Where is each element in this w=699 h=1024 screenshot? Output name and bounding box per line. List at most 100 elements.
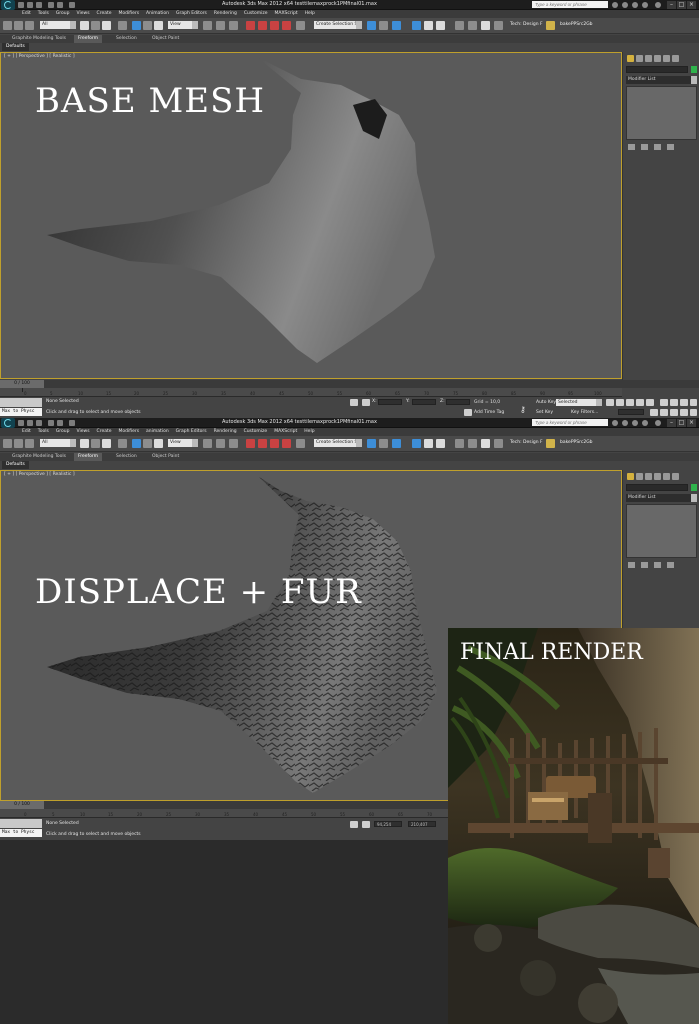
auto-key-button[interactable]: Auto Key bbox=[536, 400, 556, 405]
play-icon[interactable] bbox=[626, 399, 634, 406]
bake-label[interactable]: bakePPSrc2Gb bbox=[560, 22, 593, 27]
align-icon[interactable] bbox=[379, 21, 388, 30]
layer-manager-icon[interactable] bbox=[392, 21, 401, 30]
render-setup-icon[interactable] bbox=[468, 439, 477, 448]
object-color-swatch[interactable] bbox=[691, 484, 697, 491]
display-tab-icon[interactable] bbox=[663, 55, 670, 62]
modify-tab-icon[interactable] bbox=[636, 473, 643, 480]
modify-tab-icon[interactable] bbox=[636, 55, 643, 62]
motion-tab-icon[interactable] bbox=[654, 55, 661, 62]
track-bar[interactable]: 0 5 10 15 20 25 30 35 40 45 50 55 60 65 … bbox=[0, 809, 448, 818]
defaults-label[interactable]: Defaults bbox=[2, 461, 29, 469]
rectangular-selection-icon[interactable] bbox=[102, 439, 111, 448]
time-slider[interactable]: 0 / 100 bbox=[0, 801, 44, 809]
modifier-stack[interactable] bbox=[626, 86, 697, 140]
subscription-icon[interactable] bbox=[622, 420, 628, 426]
lock-selection-icon[interactable] bbox=[350, 821, 358, 828]
key-icon[interactable]: ⚷ bbox=[520, 405, 526, 414]
redo-icon[interactable] bbox=[57, 2, 63, 8]
bake-label[interactable]: bakePPSrc2Gb bbox=[560, 440, 593, 445]
keyboard-shortcut-icon[interactable] bbox=[229, 21, 238, 30]
menu-modifiers[interactable]: Modifiers bbox=[119, 428, 140, 436]
absolute-mode-icon[interactable] bbox=[362, 399, 370, 406]
show-end-result-icon[interactable] bbox=[641, 144, 648, 150]
edit-named-selection-icon[interactable] bbox=[296, 439, 305, 448]
menu-rendering[interactable]: Rendering bbox=[214, 10, 237, 18]
show-end-result-icon[interactable] bbox=[641, 562, 648, 568]
spinner-snap-icon[interactable] bbox=[282, 439, 291, 448]
select-and-move-icon[interactable] bbox=[132, 439, 141, 448]
utilities-tab-icon[interactable] bbox=[672, 55, 679, 62]
minimize-icon[interactable]: – bbox=[667, 1, 676, 9]
modifier-list-dropdown[interactable]: Modifier List bbox=[626, 76, 697, 84]
bind-space-warp-icon[interactable] bbox=[25, 21, 34, 30]
link-icon[interactable] bbox=[3, 21, 12, 30]
open-file-icon[interactable] bbox=[27, 420, 33, 426]
select-by-name-icon[interactable] bbox=[91, 21, 100, 30]
save-file-icon[interactable] bbox=[36, 420, 42, 426]
pin-stack-icon[interactable] bbox=[628, 144, 635, 150]
menu-views[interactable]: Views bbox=[77, 428, 90, 436]
select-and-move-icon[interactable] bbox=[132, 21, 141, 30]
maximize-viewport-icon[interactable] bbox=[690, 409, 697, 416]
new-file-icon[interactable] bbox=[18, 2, 24, 8]
app-logo-icon[interactable] bbox=[1, 0, 15, 10]
coord-z-field[interactable] bbox=[446, 399, 470, 405]
current-frame-field[interactable] bbox=[618, 409, 644, 415]
tab-graphite-modeling-tools[interactable]: Graphite Modeling Tools bbox=[8, 35, 70, 43]
rectangular-selection-icon[interactable] bbox=[102, 21, 111, 30]
maxscript-mini-listener-top[interactable] bbox=[0, 398, 42, 407]
edit-named-selection-icon[interactable] bbox=[296, 21, 305, 30]
redo-icon[interactable] bbox=[57, 420, 63, 426]
undo-icon[interactable] bbox=[48, 2, 54, 8]
select-manipulate-icon[interactable] bbox=[216, 439, 225, 448]
lock-selection-icon[interactable] bbox=[350, 399, 358, 406]
help-icon[interactable] bbox=[655, 2, 661, 8]
menu-help[interactable]: Help bbox=[304, 428, 314, 436]
key-mode-dropdown[interactable]: Selected bbox=[556, 399, 602, 406]
tab-selection[interactable]: Selection bbox=[112, 453, 141, 461]
select-and-scale-icon[interactable] bbox=[154, 439, 163, 448]
percent-snap-icon[interactable] bbox=[270, 439, 279, 448]
schematic-view-icon[interactable] bbox=[436, 439, 445, 448]
coord-x-field[interactable] bbox=[378, 399, 402, 405]
menu-rendering[interactable]: Rendering bbox=[214, 428, 237, 436]
motion-tab-icon[interactable] bbox=[654, 473, 661, 480]
menu-modifiers[interactable]: Modifiers bbox=[119, 10, 140, 18]
layer-manager-icon[interactable] bbox=[392, 439, 401, 448]
tab-graphite-modeling-tools[interactable]: Graphite Modeling Tools bbox=[8, 453, 70, 461]
angle-snap-icon[interactable] bbox=[258, 439, 267, 448]
snaps-toggle-icon[interactable] bbox=[246, 439, 255, 448]
zoom-icon[interactable] bbox=[660, 399, 668, 406]
coord-y-field[interactable] bbox=[412, 399, 436, 405]
previous-frame-icon[interactable] bbox=[616, 399, 624, 406]
time-slider[interactable]: 0 / 100 bbox=[0, 380, 44, 388]
menu-tools[interactable]: Tools bbox=[38, 428, 49, 436]
coord-x-field[interactable]: 94,254 bbox=[374, 821, 402, 827]
tech-design-label[interactable]: Tech: Design F bbox=[510, 440, 543, 445]
render-setup-icon[interactable] bbox=[468, 21, 477, 30]
menu-animation[interactable]: Animation bbox=[146, 10, 169, 18]
menu-maxscript[interactable]: MAXScript bbox=[274, 428, 297, 436]
minimize-icon[interactable]: – bbox=[667, 419, 676, 427]
bind-space-warp-icon[interactable] bbox=[25, 439, 34, 448]
defaults-label[interactable]: Defaults bbox=[2, 43, 29, 51]
select-and-scale-icon[interactable] bbox=[154, 21, 163, 30]
zoom-all-icon[interactable] bbox=[670, 399, 678, 406]
menu-help[interactable]: Help bbox=[305, 10, 315, 18]
named-selection-dropdown[interactable]: Create Selection Se bbox=[314, 439, 362, 447]
make-unique-icon[interactable] bbox=[654, 562, 661, 568]
teapot-render-icon[interactable] bbox=[546, 439, 555, 448]
create-tab-icon[interactable] bbox=[627, 473, 634, 480]
link-icon[interactable] bbox=[3, 439, 12, 448]
selection-filter-dropdown[interactable]: All bbox=[40, 21, 76, 29]
material-editor-icon[interactable] bbox=[455, 439, 464, 448]
hierarchy-tab-icon[interactable] bbox=[645, 55, 652, 62]
percent-snap-icon[interactable] bbox=[270, 21, 279, 30]
undo-icon[interactable] bbox=[48, 420, 54, 426]
menu-customize[interactable]: Customize bbox=[244, 428, 268, 436]
graphite-toggle-icon[interactable] bbox=[412, 21, 421, 30]
spinner-snap-icon[interactable] bbox=[282, 21, 291, 30]
perspective-viewport[interactable]: [ + ] [ Perspective ] [ Realistic ] BASE… bbox=[0, 52, 622, 379]
tech-design-label[interactable]: Tech: Design F bbox=[510, 22, 543, 27]
